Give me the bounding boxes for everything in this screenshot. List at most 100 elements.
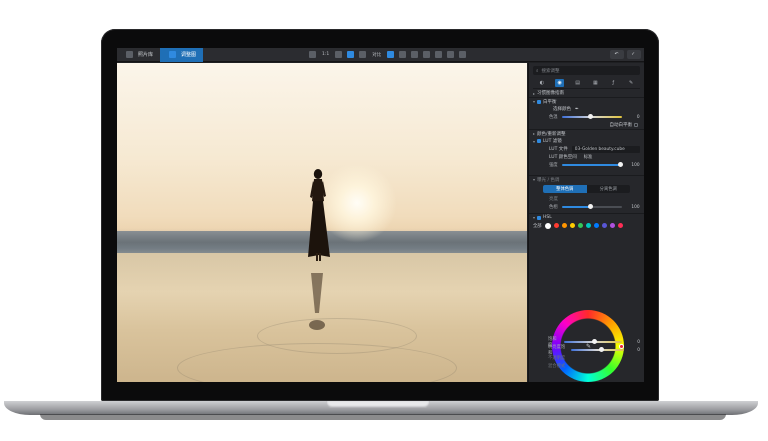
hue-slider[interactable]: [561, 204, 622, 209]
fx-icon[interactable]: ƒ: [609, 79, 618, 87]
check-icon: ✓: [631, 52, 635, 57]
tab-library-label: 照片库: [138, 52, 154, 58]
lut-file-row: LUT 文件 03-Golden beauty.cube: [529, 145, 644, 153]
view-label[interactable]: 对比: [372, 52, 381, 58]
chevron-down-icon: ▾: [533, 215, 536, 220]
panel-tool-tabs: ◐ ◉ ▤ ▦ ƒ ✎: [533, 78, 640, 89]
top-right-actions: ↶ ✓: [610, 50, 641, 59]
search-input[interactable]: 搜索调整: [542, 68, 560, 74]
section-hsl[interactable]: ▾ HSL: [529, 213, 644, 221]
luminance-knob[interactable]: [598, 347, 604, 352]
adjustments-panel: ⌕ 搜索调整 ◐ ◉ ▤ ▦ ƒ ✎ ▸ 习惯图像指南 ▾ 白平衡 选择颜色 ✒…: [528, 63, 644, 382]
adjust-icon[interactable]: [387, 51, 395, 58]
add-icon[interactable]: [347, 51, 355, 58]
photo-reflection: [309, 273, 325, 330]
temperature-knob[interactable]: [587, 114, 593, 119]
tone-mode-a[interactable]: 整体色调: [543, 185, 587, 193]
swatch[interactable]: [617, 223, 623, 228]
swatch[interactable]: [585, 223, 591, 228]
hsl-scope-label: 全部: [533, 223, 542, 229]
amount-slider-row: 强度 100: [529, 161, 644, 169]
undo-icon: ↶: [614, 52, 619, 57]
opacity-row: 不透明度: [528, 354, 644, 362]
layers-icon[interactable]: [447, 51, 455, 58]
zoom-label[interactable]: 1:1: [322, 52, 329, 57]
swatch[interactable]: [569, 223, 575, 228]
grid-tab-icon[interactable]: ▦: [591, 79, 600, 87]
wand-icon[interactable]: ✎: [627, 79, 636, 87]
palette-icon[interactable]: ◉: [555, 79, 565, 87]
amount-value[interactable]: 100: [626, 163, 639, 168]
wb-enable-checkbox[interactable]: [537, 99, 542, 104]
crop-icon[interactable]: [359, 51, 367, 58]
search-icon: ⌕: [536, 68, 539, 74]
hsl-swatches: 全部: [529, 221, 644, 230]
tab-edit[interactable]: 调整图: [160, 48, 204, 62]
section-tone-label: 曝光 / 色调: [537, 177, 560, 183]
hue-label: 色相: [549, 205, 558, 210]
adjust-search[interactable]: ⌕ 搜索调整: [533, 66, 640, 75]
blend-label: 混合模式: [548, 364, 566, 369]
saturation-slider-row: 饱和度 0: [528, 337, 644, 348]
temperature-slider-row: 色温 0: [529, 113, 644, 121]
lut-label: LUT 滤镜: [543, 139, 562, 144]
blend-row: 混合模式: [528, 362, 644, 370]
hue-knob[interactable]: [587, 204, 593, 209]
swatch[interactable]: [593, 223, 599, 228]
section-tone[interactable]: ▾ 曝光 / 色调: [529, 175, 644, 183]
saturation-slider[interactable]: [564, 339, 623, 344]
eye-icon[interactable]: [459, 51, 467, 58]
swatch[interactable]: [544, 222, 551, 229]
fit-icon[interactable]: [309, 51, 316, 58]
text-icon[interactable]: [435, 51, 443, 58]
temperature-slider[interactable]: [561, 114, 622, 119]
swatch[interactable]: [553, 223, 559, 228]
view-controls: 1:1 对比: [307, 51, 468, 58]
section-quick[interactable]: ▸ 习惯图像指南: [529, 89, 644, 97]
photo-silhouette: [308, 169, 330, 261]
section-lut[interactable]: ▾ LUT 滤镜: [529, 137, 644, 145]
device-mockup: 照片库 调整图 1:1 对比 ↶ ✓ ⌕ 搜索调整 ◐ ◉ ▤ ▦ ƒ ✎ ▸ …: [0, 0, 768, 441]
photo-canvas[interactable]: [117, 63, 527, 382]
auto-wb-checkbox[interactable]: [634, 123, 638, 127]
section-lut-group[interactable]: ▸ 颜色/重新调整: [529, 129, 644, 137]
saturation-knob[interactable]: [592, 339, 598, 344]
tone-mode-b[interactable]: 分离色调: [587, 185, 631, 193]
chevron-down-icon: ▾: [533, 138, 536, 144]
lut-enable-checkbox[interactable]: [537, 139, 542, 143]
amount-slider[interactable]: [561, 162, 623, 167]
tone-mode-toggle: 整体色调 分离色调: [543, 185, 630, 193]
luminance-value[interactable]: 0: [628, 348, 640, 353]
tab-library[interactable]: 照片库: [117, 48, 160, 62]
saturation-value[interactable]: 0: [626, 340, 640, 345]
swatch[interactable]: [601, 223, 607, 228]
hue-slider-row: 色相 100: [529, 203, 644, 211]
lut-type-label: LUT 颜色空间: [549, 155, 577, 160]
eyedropper-icon[interactable]: ✒: [575, 107, 579, 112]
undo-button[interactable]: ↶: [610, 50, 625, 59]
swatch[interactable]: [609, 223, 615, 228]
tab-edit-label: 调整图: [181, 52, 197, 58]
lut-file-select[interactable]: 03-Golden beauty.cube: [571, 145, 640, 153]
hue-value[interactable]: 100: [626, 205, 639, 210]
section-white-balance[interactable]: ▾ 白平衡: [529, 97, 644, 105]
brush-icon[interactable]: [411, 51, 419, 58]
brightness-label: 亮度: [549, 197, 558, 202]
section-wb-label: 白平衡: [543, 99, 557, 105]
luminance-slider[interactable]: [570, 347, 624, 352]
compare-icon[interactable]: [335, 51, 343, 58]
edit-icon: [169, 51, 177, 58]
mask-icon[interactable]: [423, 51, 431, 58]
heal-icon[interactable]: [399, 51, 407, 58]
amount-knob[interactable]: [617, 162, 623, 167]
hsl-enable-checkbox[interactable]: [537, 215, 542, 220]
temperature-value[interactable]: 0: [626, 115, 640, 120]
swatch[interactable]: [577, 223, 583, 228]
swatch[interactable]: [561, 223, 567, 228]
hsl-label: HSL: [543, 215, 552, 220]
layers-tab-icon[interactable]: ▤: [573, 79, 582, 87]
bulb-icon[interactable]: ◐: [537, 79, 546, 87]
laptop-notch: [326, 401, 430, 408]
lut-type-select[interactable]: 标准: [581, 154, 640, 161]
done-button[interactable]: ✓: [627, 50, 641, 59]
